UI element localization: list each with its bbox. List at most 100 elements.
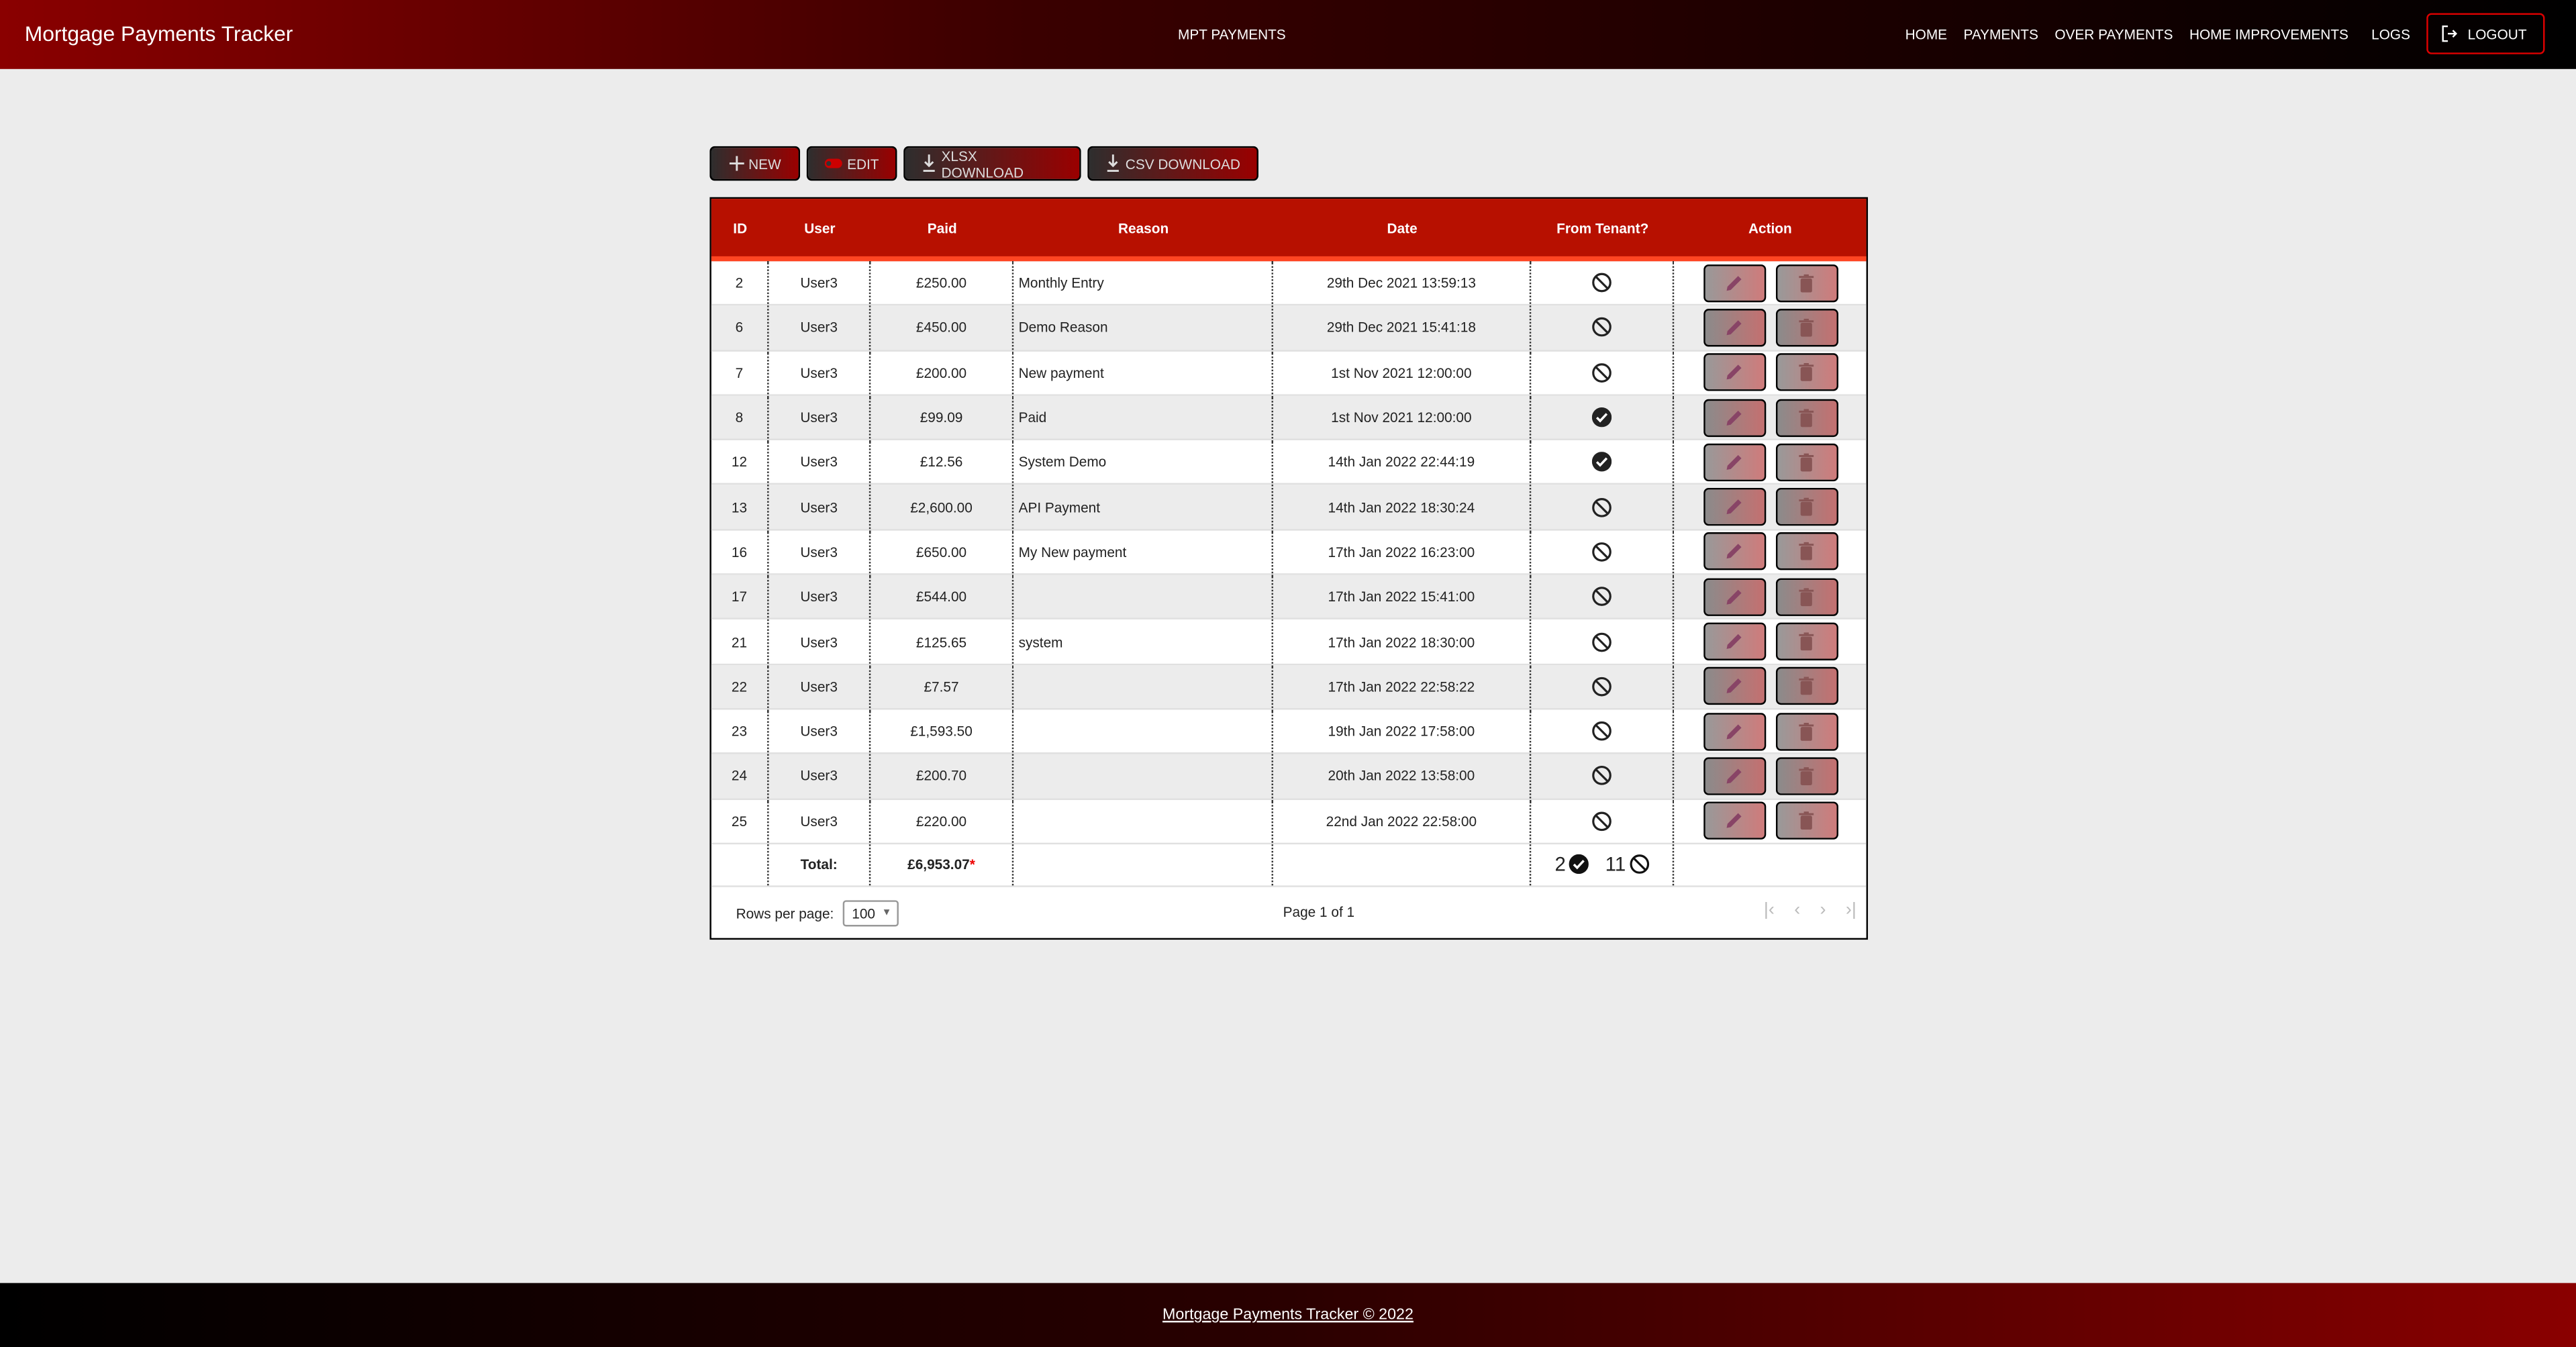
download-icon xyxy=(923,154,935,172)
trash-icon xyxy=(1799,587,1814,606)
edit-row-button[interactable] xyxy=(1703,443,1766,481)
trash-icon xyxy=(1799,363,1814,382)
table-body: 2 User3 £250.00 Monthly Entry 29th Dec 2021 … xyxy=(711,261,1867,844)
rows-per-page-select[interactable]: 100 ▼ xyxy=(842,899,898,927)
pencil-icon xyxy=(1725,588,1743,606)
cell-paid: £450.00 xyxy=(871,305,1014,350)
prev-page-icon[interactable]: ‹ xyxy=(1794,900,1800,919)
column-header-reason[interactable]: Reason xyxy=(1013,199,1273,256)
cell-reason: System Demo xyxy=(1013,440,1273,484)
block-icon xyxy=(1592,766,1612,786)
new-button[interactable]: NEW xyxy=(709,146,801,181)
cell-reason: Demo Reason xyxy=(1013,305,1273,350)
edit-row-button[interactable] xyxy=(1703,757,1766,795)
delete-row-button[interactable] xyxy=(1775,622,1838,661)
cell-user: User3 xyxy=(769,395,871,439)
xlsx-download-button[interactable]: XLSX DOWNLOAD xyxy=(903,146,1081,181)
edit-row-button[interactable] xyxy=(1703,801,1766,840)
cell-id: 12 xyxy=(711,440,769,484)
column-header-user[interactable]: User xyxy=(769,199,871,256)
block-icon xyxy=(1592,587,1612,607)
cell-from-tenant xyxy=(1531,575,1675,619)
cell-from-tenant xyxy=(1531,530,1675,574)
csv-download-button[interactable]: CSV DOWNLOAD xyxy=(1087,146,1258,181)
edit-row-button[interactable] xyxy=(1703,533,1766,571)
cell-reason xyxy=(1013,799,1273,843)
column-header-paid[interactable]: Paid xyxy=(871,199,1013,256)
column-header-from-tenant[interactable]: From Tenant? xyxy=(1531,199,1674,256)
delete-row-button[interactable] xyxy=(1775,443,1838,481)
table-row: 22 User3 £7.57 17th Jan 2022 22:58:22 xyxy=(711,664,1867,710)
logout-label: LOGOUT xyxy=(2467,25,2527,42)
cell-id: 22 xyxy=(711,664,769,708)
pencil-icon xyxy=(1725,408,1743,426)
nav-home-improvements[interactable]: HOME IMPROVEMENTS xyxy=(2189,26,2348,42)
delete-row-button[interactable] xyxy=(1775,712,1838,750)
edit-row-button[interactable] xyxy=(1703,398,1766,436)
edit-row-button[interactable] xyxy=(1703,577,1766,616)
cell-paid: £650.00 xyxy=(871,530,1014,574)
table-header: ID User Paid Reason Date From Tenant? Ac… xyxy=(711,199,1867,262)
cell-date: 29th Dec 2021 15:41:18 xyxy=(1273,305,1532,350)
cell-action xyxy=(1674,396,1866,439)
edit-button[interactable]: EDIT xyxy=(806,146,897,181)
delete-row-button[interactable] xyxy=(1775,667,1838,705)
delete-row-button[interactable] xyxy=(1775,398,1838,436)
table-row: 2 User3 £250.00 Monthly Entry 29th Dec 2021 … xyxy=(711,261,1867,306)
edit-row-button[interactable] xyxy=(1703,622,1766,661)
total-empty xyxy=(711,844,769,885)
edit-row-button[interactable] xyxy=(1703,667,1766,705)
cell-reason xyxy=(1013,664,1273,708)
block-icon xyxy=(1592,273,1612,293)
delete-row-button[interactable] xyxy=(1775,533,1838,571)
delete-row-button[interactable] xyxy=(1775,757,1838,795)
cell-action xyxy=(1674,665,1866,708)
pencil-icon xyxy=(1725,319,1743,337)
cell-user: User3 xyxy=(769,619,871,664)
delete-row-button[interactable] xyxy=(1775,264,1838,302)
delete-row-button[interactable] xyxy=(1775,309,1838,347)
edit-row-button[interactable] xyxy=(1703,264,1766,302)
edit-row-button[interactable] xyxy=(1703,353,1766,392)
cell-paid: £2,600.00 xyxy=(871,485,1014,529)
trash-icon xyxy=(1799,542,1814,561)
delete-row-button[interactable] xyxy=(1775,577,1838,616)
cell-from-tenant xyxy=(1531,305,1675,350)
last-page-icon[interactable]: ›| xyxy=(1846,900,1856,919)
toolbar: NEW EDIT XLSX DOWNLOAD CSV DOWNLOAD xyxy=(709,146,1258,181)
logout-button[interactable]: LOGOUT xyxy=(2426,13,2545,54)
cell-action xyxy=(1674,754,1866,797)
cell-paid: £250.00 xyxy=(871,261,1014,305)
cell-date: 17th Jan 2022 16:23:00 xyxy=(1273,530,1532,574)
nav-logs[interactable]: LOGS xyxy=(2371,26,2410,42)
nav-over-payments[interactable]: OVER PAYMENTS xyxy=(2054,26,2173,42)
pencil-icon xyxy=(1725,498,1743,516)
cell-reason xyxy=(1013,754,1273,798)
next-page-icon[interactable]: › xyxy=(1820,900,1826,919)
cell-id: 23 xyxy=(711,709,769,753)
edit-row-button[interactable] xyxy=(1703,309,1766,347)
first-page-icon[interactable]: |‹ xyxy=(1764,900,1775,919)
cell-user: User3 xyxy=(769,305,871,350)
csv-label: CSV DOWNLOAD xyxy=(1125,155,1240,172)
tenant-summary: 2 11 xyxy=(1531,844,1675,885)
delete-row-button[interactable] xyxy=(1775,488,1838,526)
logout-icon xyxy=(2442,25,2458,42)
check-circle-icon xyxy=(1569,854,1589,875)
column-header-date[interactable]: Date xyxy=(1273,199,1531,256)
nav-payments[interactable]: PAYMENTS xyxy=(1963,26,2038,42)
top-bar: Mortgage Payments Tracker MPT PAYMENTS H… xyxy=(0,0,2576,69)
nav-home[interactable]: HOME xyxy=(1905,26,1947,42)
cell-from-tenant xyxy=(1531,350,1675,395)
delete-row-button[interactable] xyxy=(1775,353,1838,392)
cell-user: User3 xyxy=(769,530,871,574)
edit-row-button[interactable] xyxy=(1703,488,1766,526)
cell-id: 6 xyxy=(711,305,769,350)
cell-user: User3 xyxy=(769,754,871,798)
edit-row-button[interactable] xyxy=(1703,712,1766,750)
column-header-id[interactable]: ID xyxy=(711,199,769,256)
footer-link[interactable]: Mortgage Payments Tracker © 2022 xyxy=(1162,1306,1414,1324)
trash-icon xyxy=(1799,766,1814,785)
delete-row-button[interactable] xyxy=(1775,801,1838,840)
cell-action xyxy=(1674,709,1866,752)
